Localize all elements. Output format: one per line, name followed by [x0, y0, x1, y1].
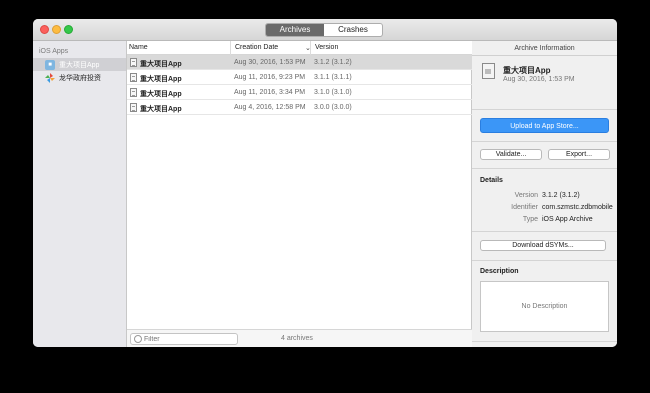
zoom-window-button[interactable] [64, 25, 73, 34]
sidebar-item-label: 龙华政府投资 [59, 74, 101, 82]
row-name: 重大项目App [140, 61, 182, 68]
sidebar-heading: iOS Apps [39, 48, 69, 55]
export-button[interactable]: Export... [548, 149, 610, 160]
close-window-button[interactable] [40, 25, 49, 34]
table-row[interactable]: 重大项目App Aug 11, 2016, 3:34 PM 3.1.0 (3.1… [127, 85, 472, 100]
validate-button[interactable]: Validate... [480, 149, 542, 160]
row-version: 3.1.1 (3.1.1) [314, 74, 352, 81]
version-value: 3.1.2 (3.1.2) [542, 192, 580, 199]
inspector-title: Archive Information [472, 41, 617, 56]
archive-name: 重大项目App [503, 66, 551, 75]
titlebar: Archives Crashes [33, 19, 617, 41]
identifier-key: Identifier [511, 204, 538, 211]
tab-archives[interactable]: Archives [266, 24, 324, 36]
row-date: Aug 11, 2016, 3:34 PM [234, 89, 306, 96]
divider [472, 141, 617, 142]
version-key: Version [514, 192, 538, 199]
type-key: Type [522, 216, 538, 223]
minimize-window-button[interactable] [52, 25, 61, 34]
description-field[interactable]: No Description [480, 281, 609, 332]
table-row[interactable]: 重大项目App Aug 30, 2016, 1:53 PM 3.1.2 (3.1… [127, 55, 472, 70]
type-value: iOS App Archive [542, 216, 593, 223]
divider [472, 109, 617, 110]
download-dsyms-button[interactable]: Download dSYMs... [480, 240, 606, 251]
archive-count: 4 archives [281, 335, 313, 342]
archive-inspector: Archive Information 重大项目App Aug 30, 2016… [472, 41, 617, 347]
description-placeholder: No Description [521, 303, 568, 310]
archive-list: Name Creation Date ⌄ Version 重大项目App Aug… [127, 41, 472, 347]
pinwheel-app-icon [45, 72, 55, 83]
archive-date: Aug 30, 2016, 1:53 PM [503, 76, 575, 83]
archive-file-icon [130, 88, 137, 97]
row-name: 重大项目App [140, 91, 182, 98]
archive-file-icon [130, 73, 137, 82]
divider [472, 231, 617, 232]
upload-to-app-store-button[interactable]: Upload to App Store... [480, 118, 609, 133]
divider [472, 168, 617, 169]
sidebar-item-label: 重大项目App [59, 61, 100, 69]
divider [472, 260, 617, 261]
row-version: 3.1.2 (3.1.2) [314, 59, 352, 66]
organizer-window: Archives Crashes iOS Apps ■ 重大项目App 龙华政府… [33, 19, 617, 347]
row-date: Aug 4, 2016, 12:58 PM [234, 104, 306, 111]
row-date: Aug 30, 2016, 1:53 PM [234, 59, 306, 66]
row-date: Aug 11, 2016, 9:23 PM [234, 74, 306, 81]
sidebar-item-longhua-app[interactable]: 龙华政府投资 [33, 71, 126, 84]
archive-file-icon [130, 103, 137, 112]
filter-input[interactable] [144, 335, 234, 343]
column-header-date[interactable]: Creation Date [230, 41, 278, 55]
description-heading: Description [480, 268, 519, 275]
view-switcher: Archives Crashes [265, 23, 383, 37]
list-footer: 4 archives [127, 329, 472, 347]
row-name: 重大项目App [140, 106, 182, 113]
archive-file-icon [130, 58, 137, 67]
row-version: 3.0.0 (3.0.0) [314, 104, 352, 111]
sidebar: iOS Apps ■ 重大项目App 龙华政府投资 [33, 41, 127, 347]
tab-crashes[interactable]: Crashes [324, 24, 382, 36]
identifier-value: com.szmstc.zdbmobile [542, 204, 613, 211]
table-row[interactable]: 重大项目App Aug 11, 2016, 9:23 PM 3.1.1 (3.1… [127, 70, 472, 85]
column-header-name[interactable]: Name [129, 44, 148, 51]
details-heading: Details [480, 177, 503, 184]
archive-file-icon [482, 63, 495, 79]
table-row[interactable]: 重大项目App Aug 4, 2016, 12:58 PM 3.0.0 (3.0… [127, 100, 472, 115]
column-header-row: Name Creation Date ⌄ Version [127, 41, 472, 55]
filter-icon [134, 335, 142, 343]
ios-app-icon: ■ [45, 59, 55, 70]
divider [472, 341, 617, 342]
row-version: 3.1.0 (3.1.0) [314, 89, 352, 96]
filter-field[interactable] [130, 333, 238, 345]
sidebar-item-zhongda-app[interactable]: ■ 重大项目App [33, 58, 126, 71]
row-name: 重大项目App [140, 76, 182, 83]
column-header-version[interactable]: Version [310, 41, 338, 55]
